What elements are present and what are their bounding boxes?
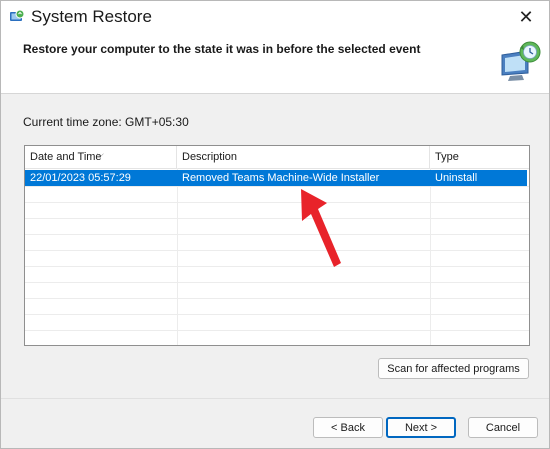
next-button[interactable]: Next > xyxy=(386,417,456,438)
row-divider xyxy=(25,330,529,331)
scan-affected-programs-button[interactable]: Scan for affected programs xyxy=(378,358,529,379)
sort-caret-icon: ⌵ xyxy=(97,149,104,159)
row-divider xyxy=(25,282,529,283)
red-pointer-arrow-icon xyxy=(301,189,341,267)
table-header: Date and Time ⌵ Description Type xyxy=(25,146,529,169)
column-divider xyxy=(177,168,178,345)
row-divider xyxy=(25,234,529,235)
table-row[interactable]: 22/01/2023 05:57:29 Removed Teams Machin… xyxy=(25,170,527,186)
system-restore-window: System Restore ✕ Restore your computer t… xyxy=(0,0,550,449)
close-icon: ✕ xyxy=(518,7,534,27)
close-button[interactable]: ✕ xyxy=(503,1,549,34)
column-divider xyxy=(430,168,431,345)
column-header-date-label: Date and Time xyxy=(30,151,102,163)
cancel-button[interactable]: Cancel xyxy=(468,417,538,438)
header-headline: Restore your computer to the state it wa… xyxy=(23,42,421,56)
restore-points-list[interactable]: Date and Time ⌵ Description Type 22/01/2… xyxy=(24,145,530,346)
row-divider xyxy=(25,186,529,187)
cell-type: Uninstall xyxy=(435,172,478,184)
window-title: System Restore xyxy=(31,7,152,26)
timezone-label: Current time zone: GMT+05:30 xyxy=(23,115,189,129)
row-divider xyxy=(25,202,529,203)
row-divider xyxy=(25,218,529,219)
system-restore-icon xyxy=(10,9,25,21)
footer-divider xyxy=(1,398,549,399)
row-divider xyxy=(25,314,529,315)
column-header-description[interactable]: Description xyxy=(177,146,430,168)
wizard-header: Restore your computer to the state it wa… xyxy=(1,34,549,94)
column-header-description-label: Description xyxy=(182,151,238,163)
system-restore-monitor-icon xyxy=(501,41,541,81)
column-header-type-label: Type xyxy=(435,151,459,163)
cell-date: 22/01/2023 05:57:29 xyxy=(30,172,131,184)
row-divider xyxy=(25,266,529,267)
row-divider xyxy=(25,250,529,251)
title-bar[interactable]: System Restore ✕ xyxy=(1,1,549,34)
row-divider xyxy=(25,298,529,299)
column-header-date[interactable]: Date and Time ⌵ xyxy=(25,146,177,168)
column-header-type[interactable]: Type xyxy=(430,146,529,168)
back-button[interactable]: < Back xyxy=(313,417,383,438)
